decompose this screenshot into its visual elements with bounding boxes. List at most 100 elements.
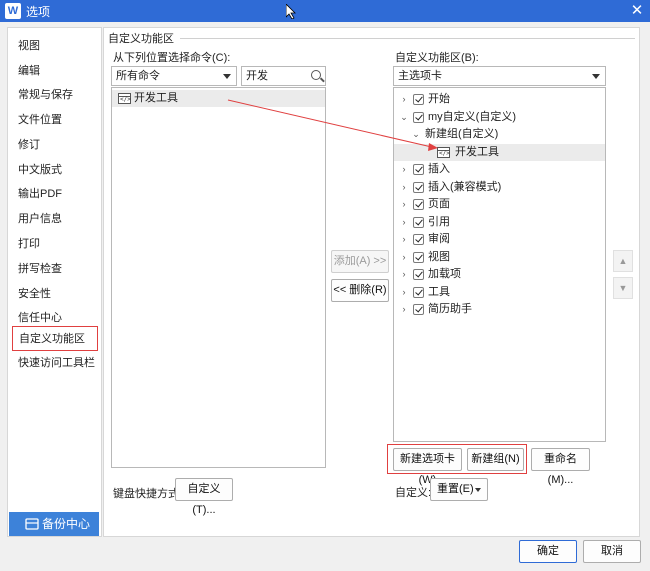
nav-item[interactable]: 快速访问工具栏 xyxy=(12,351,98,376)
nav-item[interactable]: 常规与保存 xyxy=(12,83,98,108)
chevron-right-icon[interactable]: › xyxy=(399,266,409,283)
tree-item-label: 开始 xyxy=(428,93,450,105)
tree-item-label: 视图 xyxy=(428,250,450,263)
tree-item-label: 审阅 xyxy=(428,233,450,245)
chevron-right-icon[interactable]: › xyxy=(399,161,409,178)
tree-item[interactable]: 开发工具 xyxy=(394,143,605,161)
checkbox-icon[interactable] xyxy=(413,234,424,245)
checkbox-icon[interactable] xyxy=(413,304,424,315)
tree-item-label: my自定义(自定义) xyxy=(428,110,516,123)
checkbox-icon[interactable] xyxy=(413,111,424,123)
search-icon[interactable] xyxy=(311,70,321,80)
command-search-input[interactable]: 开发 xyxy=(241,66,326,86)
tree-item[interactable]: ⌄ 新建组(自定义) xyxy=(394,126,605,143)
nav-item[interactable]: 自定义功能区 xyxy=(12,326,98,351)
nav-item[interactable]: 文件位置 xyxy=(12,108,98,133)
chevron-down-icon[interactable]: ⌄ xyxy=(411,126,421,143)
nav-item[interactable]: 拼写检查 xyxy=(12,257,98,282)
chevron-right-icon[interactable]: › xyxy=(399,179,409,196)
new-group-button[interactable]: 新建组(N) xyxy=(467,448,524,471)
nav-item[interactable]: 安全性 xyxy=(12,282,98,307)
checkbox-icon[interactable] xyxy=(413,94,424,105)
customize-label: 自定义: xyxy=(395,487,432,499)
chevron-right-icon[interactable]: › xyxy=(399,91,409,108)
checkbox-icon[interactable] xyxy=(413,199,424,210)
move-down-button[interactable]: ▼ xyxy=(613,277,633,299)
chevron-down-icon[interactable]: ⌄ xyxy=(399,109,409,126)
tree-item[interactable]: › 开始 xyxy=(394,91,605,108)
keyboard-shortcut-label: 键盘快捷方式: xyxy=(113,488,183,500)
new-tab-button[interactable]: 新建选项卡(W) xyxy=(393,448,462,486)
tree-item-label: 插入(兼容模式) xyxy=(428,180,502,193)
tree-item[interactable]: › 审阅 xyxy=(394,231,605,248)
backup-icon xyxy=(25,518,39,530)
ribbon-tree[interactable]: ›开始⌄my自定义(自定义)⌄新建组(自定义)开发工具›插入›插入(兼容模式)›… xyxy=(393,87,606,442)
ribbon-tabs-select[interactable]: 主选项卡 xyxy=(393,66,606,86)
cancel-button[interactable]: 取消 xyxy=(583,540,641,563)
move-up-button[interactable]: ▲ xyxy=(613,250,633,272)
rename-button[interactable]: 重命名(M)... xyxy=(531,448,590,486)
chevron-right-icon[interactable]: › xyxy=(399,214,409,231)
command-search-value: 开发 xyxy=(246,70,268,82)
arrow-up-icon: ▲ xyxy=(618,256,628,266)
checkbox-icon[interactable] xyxy=(413,286,424,298)
developer-tools-icon xyxy=(437,146,450,158)
chevron-down-icon xyxy=(592,74,600,79)
tree-item-label: 加载项 xyxy=(428,268,461,280)
chevron-right-icon[interactable]: › xyxy=(399,231,409,248)
tree-item-label: 插入 xyxy=(428,163,450,175)
nav-item[interactable]: 打印 xyxy=(12,232,98,257)
nav-item[interactable]: 视图 xyxy=(12,34,98,59)
tree-item[interactable]: › 工具 xyxy=(394,284,605,301)
tree-item[interactable]: › 页面 xyxy=(394,196,605,213)
tree-item[interactable]: ⌄ my自定义(自定义) xyxy=(394,109,605,126)
nav-item[interactable]: 用户信息 xyxy=(12,207,98,232)
backup-center-button[interactable]: 备份中心 xyxy=(9,512,99,536)
mouse-cursor-icon xyxy=(286,4,296,19)
tree-item-label: 新建组(自定义) xyxy=(425,128,499,140)
section-title: 自定义功能区 xyxy=(108,33,174,45)
nav-item[interactable]: 修订 xyxy=(12,133,98,158)
checkbox-icon[interactable] xyxy=(413,181,424,193)
command-list-item[interactable]: 开发工具 xyxy=(112,90,325,107)
reset-button[interactable]: 重置(E) xyxy=(430,478,488,501)
choose-commands-label: 从下列位置选择命令(C): xyxy=(113,52,231,64)
tree-item[interactable]: › 视图 xyxy=(394,249,605,266)
tree-item[interactable]: › 插入 xyxy=(394,161,605,178)
tree-item[interactable]: › 简历助手 xyxy=(394,301,605,318)
command-source-value: 所有命令 xyxy=(116,70,160,82)
reset-label: 重置(E) xyxy=(437,483,474,495)
chevron-right-icon[interactable]: › xyxy=(399,196,409,213)
ribbon-tabs-value: 主选项卡 xyxy=(398,70,442,82)
tree-item-label: 简历助手 xyxy=(428,303,472,315)
window-title: 选项 xyxy=(26,5,51,19)
tree-item[interactable]: › 插入(兼容模式) xyxy=(394,179,605,196)
chevron-right-icon[interactable]: › xyxy=(399,284,409,301)
ok-button[interactable]: 确定 xyxy=(519,540,577,563)
tree-item[interactable]: › 加载项 xyxy=(394,266,605,283)
command-source-select[interactable]: 所有命令 xyxy=(111,66,237,86)
nav-item[interactable]: 编辑 xyxy=(12,59,98,84)
add-button[interactable]: 添加(A) >> xyxy=(331,250,389,273)
chevron-right-icon[interactable]: › xyxy=(399,301,409,318)
remove-button[interactable]: << 删除(R) xyxy=(331,279,389,302)
command-label: 开发工具 xyxy=(134,92,178,104)
section-divider xyxy=(180,38,635,39)
command-list[interactable]: 开发工具 xyxy=(111,87,326,468)
developer-tools-icon xyxy=(118,93,131,104)
nav-item[interactable]: 输出PDF xyxy=(12,182,98,207)
keyboard-customize-button[interactable]: 自定义(T)... xyxy=(175,478,233,516)
checkbox-icon[interactable] xyxy=(413,269,424,280)
close-icon[interactable]: ✕ xyxy=(626,0,648,22)
checkbox-icon[interactable] xyxy=(413,164,424,175)
chevron-right-icon[interactable]: › xyxy=(399,249,409,266)
wps-app-icon: W xyxy=(5,3,21,19)
tree-item-label: 页面 xyxy=(428,198,450,210)
arrow-down-icon: ▼ xyxy=(618,283,628,293)
options-nav: 视图 编辑 常规与保存 文件位置 修订 中文版式 输出PDF 用户信息 打印 拼写检查 安全性 信任中… xyxy=(7,27,102,537)
chevron-down-icon xyxy=(223,74,231,79)
checkbox-icon[interactable] xyxy=(413,216,424,228)
nav-item[interactable]: 中文版式 xyxy=(12,158,98,183)
tree-item[interactable]: › 引用 xyxy=(394,214,605,231)
checkbox-icon[interactable] xyxy=(413,251,424,263)
